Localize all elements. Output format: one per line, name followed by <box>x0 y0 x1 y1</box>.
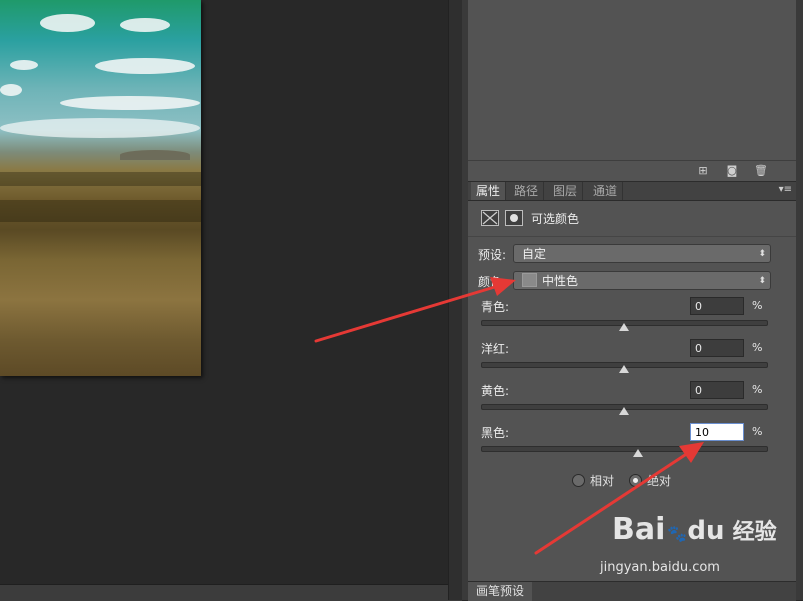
dropdown-arrow-icon: ⬍ <box>758 276 766 286</box>
cloud-shape <box>0 118 200 138</box>
panel-menu-icon[interactable]: ▾≡ <box>779 184 792 195</box>
colors-label: 颜色: <box>478 275 507 289</box>
tab-channels[interactable]: 通道 <box>588 182 624 200</box>
yellow-percent: % <box>752 383 763 396</box>
colors-value: 中性色 <box>542 274 579 288</box>
black-label: 黑色: <box>481 426 510 440</box>
canvas-horizontal-scrollbar[interactable] <box>0 584 462 601</box>
brush-presets-panel: 画笔预设 <box>468 581 796 601</box>
magenta-percent: % <box>752 341 763 354</box>
magenta-label: 洋红: <box>481 342 510 356</box>
adjustment-title: 可选颜色 <box>531 212 580 226</box>
cyan-input[interactable]: 0 <box>690 297 744 315</box>
baidu-watermark: Bai 🐾du 经验 jingyan.baidu.com <box>600 512 777 575</box>
black-slider-track[interactable] <box>481 446 768 452</box>
tab-properties[interactable]: 属性 <box>471 182 507 200</box>
watermark-logo: Bai <box>612 512 666 547</box>
black-input[interactable]: 10 <box>690 423 744 441</box>
dropdown-arrow-icon: ⬍ <box>758 249 766 259</box>
mask-icon[interactable] <box>505 210 523 226</box>
right-panel-strip <box>796 0 803 600</box>
camera-icon[interactable]: ◙ <box>725 164 739 177</box>
color-swatch <box>522 273 537 287</box>
cloud-shape <box>60 96 200 110</box>
yellow-slider-thumb[interactable] <box>618 407 629 415</box>
upper-panel-footer: ⊞ ◙ 🗑 <box>468 160 796 181</box>
tab-paths[interactable]: 路径 <box>509 182 545 200</box>
black-slider-thumb[interactable] <box>632 449 643 457</box>
magenta-slider-thumb[interactable] <box>618 365 629 373</box>
paw-icon: 🐾 <box>667 524 688 543</box>
cloud-shape <box>10 60 38 70</box>
cyan-label: 青色: <box>481 300 510 314</box>
preset-dropdown[interactable]: 自定 ⬍ <box>513 244 771 263</box>
upper-panel <box>468 0 796 160</box>
relative-label[interactable]: 相对 <box>590 472 614 489</box>
document-image[interactable] <box>0 0 201 376</box>
yellow-label: 黄色: <box>481 384 510 398</box>
panel-tab-bar: 属性 路径 图层 通道 ▾≡ <box>468 182 796 201</box>
watermark-logo-suffix: du <box>687 516 725 546</box>
document-canvas-area[interactable] <box>0 0 462 600</box>
tab-brush-presets[interactable]: 画笔预设 <box>468 582 533 601</box>
adjustment-layer-icon[interactable] <box>481 210 499 226</box>
cloud-shape <box>0 84 22 96</box>
black-percent: % <box>752 425 763 438</box>
absolute-radio[interactable] <box>629 474 642 487</box>
magenta-input[interactable]: 0 <box>690 339 744 357</box>
cloud-shape <box>95 58 195 74</box>
field-shadow <box>0 200 201 222</box>
watermark-url: jingyan.baidu.com <box>600 560 720 575</box>
adjustment-header: 可选颜色 <box>468 201 796 237</box>
cyan-percent: % <box>752 299 763 312</box>
new-snapshot-icon[interactable]: ⊞ <box>696 164 710 177</box>
relative-radio[interactable] <box>572 474 585 487</box>
cloud-shape <box>40 14 95 32</box>
preset-label: 预设: <box>478 248 507 262</box>
tab-layers[interactable]: 图层 <box>548 182 584 200</box>
yellow-input[interactable]: 0 <box>690 381 744 399</box>
cyan-slider-thumb[interactable] <box>618 323 629 331</box>
panel-dock-divider[interactable] <box>448 0 463 600</box>
field-shadow <box>0 172 201 186</box>
trash-icon[interactable]: 🗑 <box>754 164 768 177</box>
cloud-shape <box>120 18 170 32</box>
preset-value: 自定 <box>522 247 547 261</box>
colors-dropdown[interactable]: 中性色 ⬍ <box>513 271 771 290</box>
distant-hill <box>120 150 190 160</box>
watermark-brand: 经验 <box>732 520 777 545</box>
absolute-label[interactable]: 绝对 <box>647 472 671 489</box>
